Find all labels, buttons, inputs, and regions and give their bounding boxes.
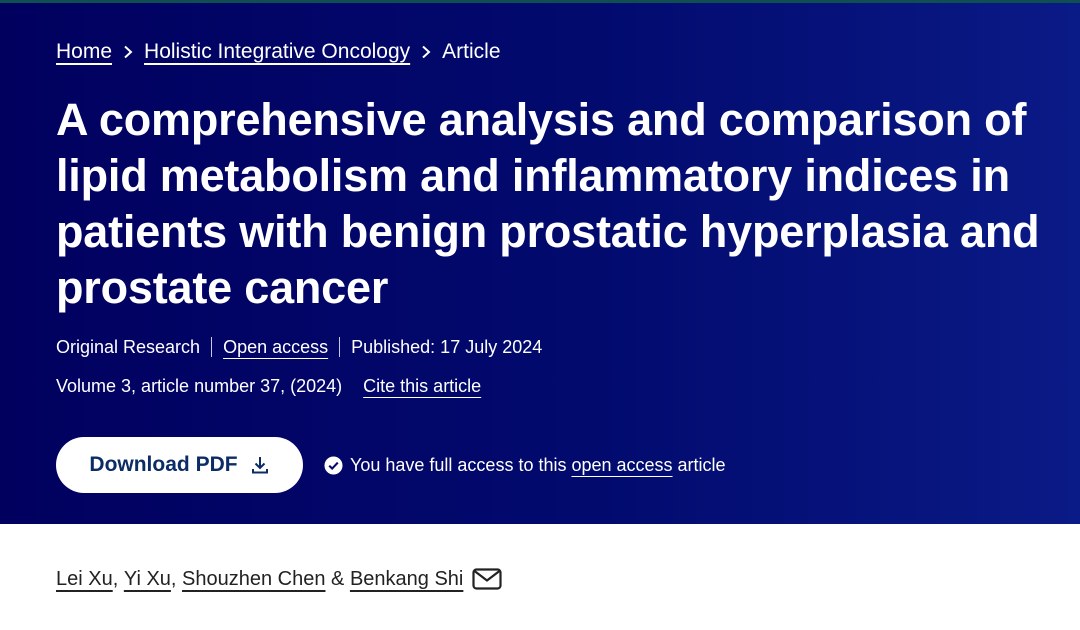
breadcrumb-current: Article [442, 40, 501, 63]
chevron-right-icon [112, 45, 144, 59]
author-link[interactable]: Lei Xu [56, 568, 113, 591]
top-accent-line [0, 0, 1080, 3]
download-icon [250, 455, 270, 475]
open-access-link[interactable]: Open access [223, 337, 328, 358]
download-pdf-button[interactable]: Download PDF [56, 437, 303, 493]
breadcrumb-home-link[interactable]: Home [56, 40, 112, 64]
access-notice: You have full access to this open access… [324, 452, 726, 478]
article-header: Home Holistic Integrative Oncology Artic… [0, 0, 1080, 524]
access-suffix: article [677, 454, 726, 475]
breadcrumb-journal-link[interactable]: Holistic Integrative Oncology [144, 40, 410, 64]
breadcrumb: Home Holistic Integrative Oncology Artic… [56, 38, 501, 66]
article-citation-info: Volume 3, article number 37, (2024) Cite… [56, 373, 481, 399]
article-type: Original Research [56, 336, 201, 357]
meta-divider [339, 337, 341, 357]
access-open-access-link[interactable]: open access [571, 455, 672, 476]
author-separator: , [170, 567, 183, 590]
article-title: A comprehensive analysis and comparison … [56, 94, 1040, 313]
cite-article-link[interactable]: Cite this article [363, 376, 481, 397]
author-link[interactable]: Yi Xu [124, 568, 171, 591]
author-link[interactable]: Shouzhen Chen [182, 568, 325, 591]
article-meta: Original Research Open access Published:… [56, 334, 542, 360]
check-circle-icon [324, 455, 343, 475]
published-date: Published: 17 July 2024 [351, 336, 543, 357]
volume-info: Volume 3, article number 37, (2024) [56, 375, 343, 396]
chevron-right-icon [410, 45, 442, 59]
author-separator: & [325, 567, 350, 590]
meta-divider [211, 337, 213, 357]
author-separator: , [112, 567, 124, 590]
author-list: Lei Xu , Yi Xu , Shouzhen Chen & Benkang… [56, 565, 502, 593]
author-link[interactable]: Benkang Shi [350, 568, 463, 591]
download-pdf-label: Download PDF [89, 453, 238, 476]
access-prefix: You have full access to this [350, 454, 567, 475]
envelope-icon[interactable] [472, 568, 502, 590]
